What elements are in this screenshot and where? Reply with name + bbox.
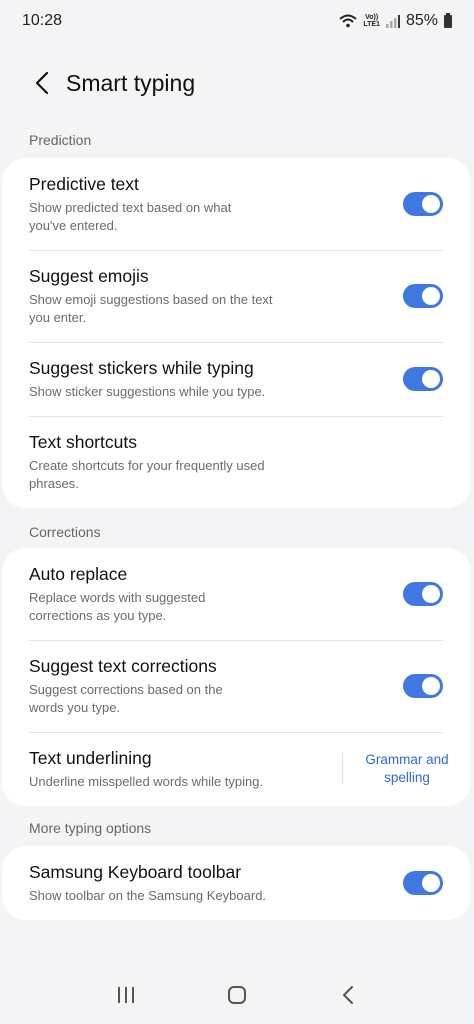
volte-icon: Vo)) LTE1: [363, 14, 380, 28]
grammar-and-spelling-link[interactable]: Grammar and spelling: [361, 751, 453, 787]
status-bar: 10:28 Vo)) LTE1 85%: [0, 0, 474, 42]
section-label-corrections: Corrections: [29, 524, 101, 540]
predictive-text-toggle[interactable]: [403, 192, 443, 216]
setting-title: Predictive text: [29, 173, 139, 194]
section-label-prediction: Prediction: [29, 132, 92, 148]
card-more-typing-options: Samsung Keyboard toolbar Show toolbar on…: [2, 846, 471, 920]
suggest-emojis-toggle[interactable]: [403, 284, 443, 308]
recent-apps-button[interactable]: [101, 970, 151, 1020]
setting-text-underlining[interactable]: Text underlining Underline misspelled wo…: [2, 732, 471, 806]
back-icon: [343, 986, 354, 1004]
setting-samsung-keyboard-toolbar[interactable]: Samsung Keyboard toolbar Show toolbar on…: [2, 846, 471, 920]
setting-subtitle: Underline misspelled words while typing.: [29, 773, 264, 789]
setting-title: Text shortcuts: [29, 431, 137, 452]
status-icons: Vo)) LTE1 85%: [339, 12, 452, 30]
setting-title: Suggest stickers while typing: [29, 357, 254, 378]
signal-icon: [385, 14, 400, 28]
setting-auto-replace[interactable]: Auto replace Replace words with suggeste…: [2, 548, 471, 640]
navigation-bar: [0, 966, 474, 1024]
setting-title: Text underlining: [29, 747, 152, 768]
card-prediction: Predictive text Show predicted text base…: [2, 158, 471, 508]
setting-subtitle: Show predicted text based on what you've…: [29, 199, 232, 233]
home-button[interactable]: [212, 970, 262, 1020]
setting-title: Suggest emojis: [29, 265, 149, 286]
samsung-keyboard-toolbar-toggle[interactable]: [403, 871, 443, 895]
suggest-text-corrections-toggle[interactable]: [403, 674, 443, 698]
home-icon: [227, 986, 246, 1004]
setting-subtitle: Show emoji suggestions based on the text…: [29, 291, 273, 325]
setting-subtitle: Show toolbar on the Samsung Keyboard.: [29, 887, 267, 903]
setting-text-shortcuts[interactable]: Text shortcuts Create shortcuts for your…: [2, 416, 471, 508]
setting-subtitle: Replace words with suggested corrections…: [29, 589, 206, 623]
auto-replace-toggle[interactable]: [403, 582, 443, 606]
suggest-stickers-toggle[interactable]: [403, 367, 443, 391]
setting-title: Auto replace: [29, 563, 128, 584]
status-time: 10:28: [22, 12, 63, 29]
setting-title: Samsung Keyboard toolbar: [29, 861, 242, 882]
wifi-icon: [339, 14, 358, 28]
setting-subtitle: Suggest corrections based on the words y…: [29, 681, 223, 715]
back-arrow-icon: [35, 71, 49, 95]
section-label-more-typing-options: More typing options: [29, 820, 152, 836]
setting-predictive-text[interactable]: Predictive text Show predicted text base…: [2, 158, 471, 250]
setting-title: Suggest text corrections: [29, 655, 217, 676]
setting-suggest-text-corrections[interactable]: Suggest text corrections Suggest correct…: [2, 640, 471, 732]
battery-percent: 85%: [405, 12, 438, 29]
divider: [342, 754, 343, 784]
setting-suggest-emojis[interactable]: Suggest emojis Show emoji suggestions ba…: [2, 250, 471, 342]
setting-subtitle: Show sticker suggestions while you type.: [29, 383, 266, 399]
setting-suggest-stickers[interactable]: Suggest stickers while typing Show stick…: [2, 342, 471, 416]
recent-apps-icon: [117, 987, 134, 1003]
page-title: Smart typing: [66, 69, 196, 96]
setting-subtitle: Create shortcuts for your frequently use…: [29, 457, 265, 491]
app-header: Smart typing: [0, 60, 474, 106]
back-button[interactable]: [20, 61, 64, 105]
card-corrections: Auto replace Replace words with suggeste…: [2, 548, 471, 806]
battery-icon: [444, 12, 452, 28]
nav-back-button[interactable]: [323, 970, 373, 1020]
